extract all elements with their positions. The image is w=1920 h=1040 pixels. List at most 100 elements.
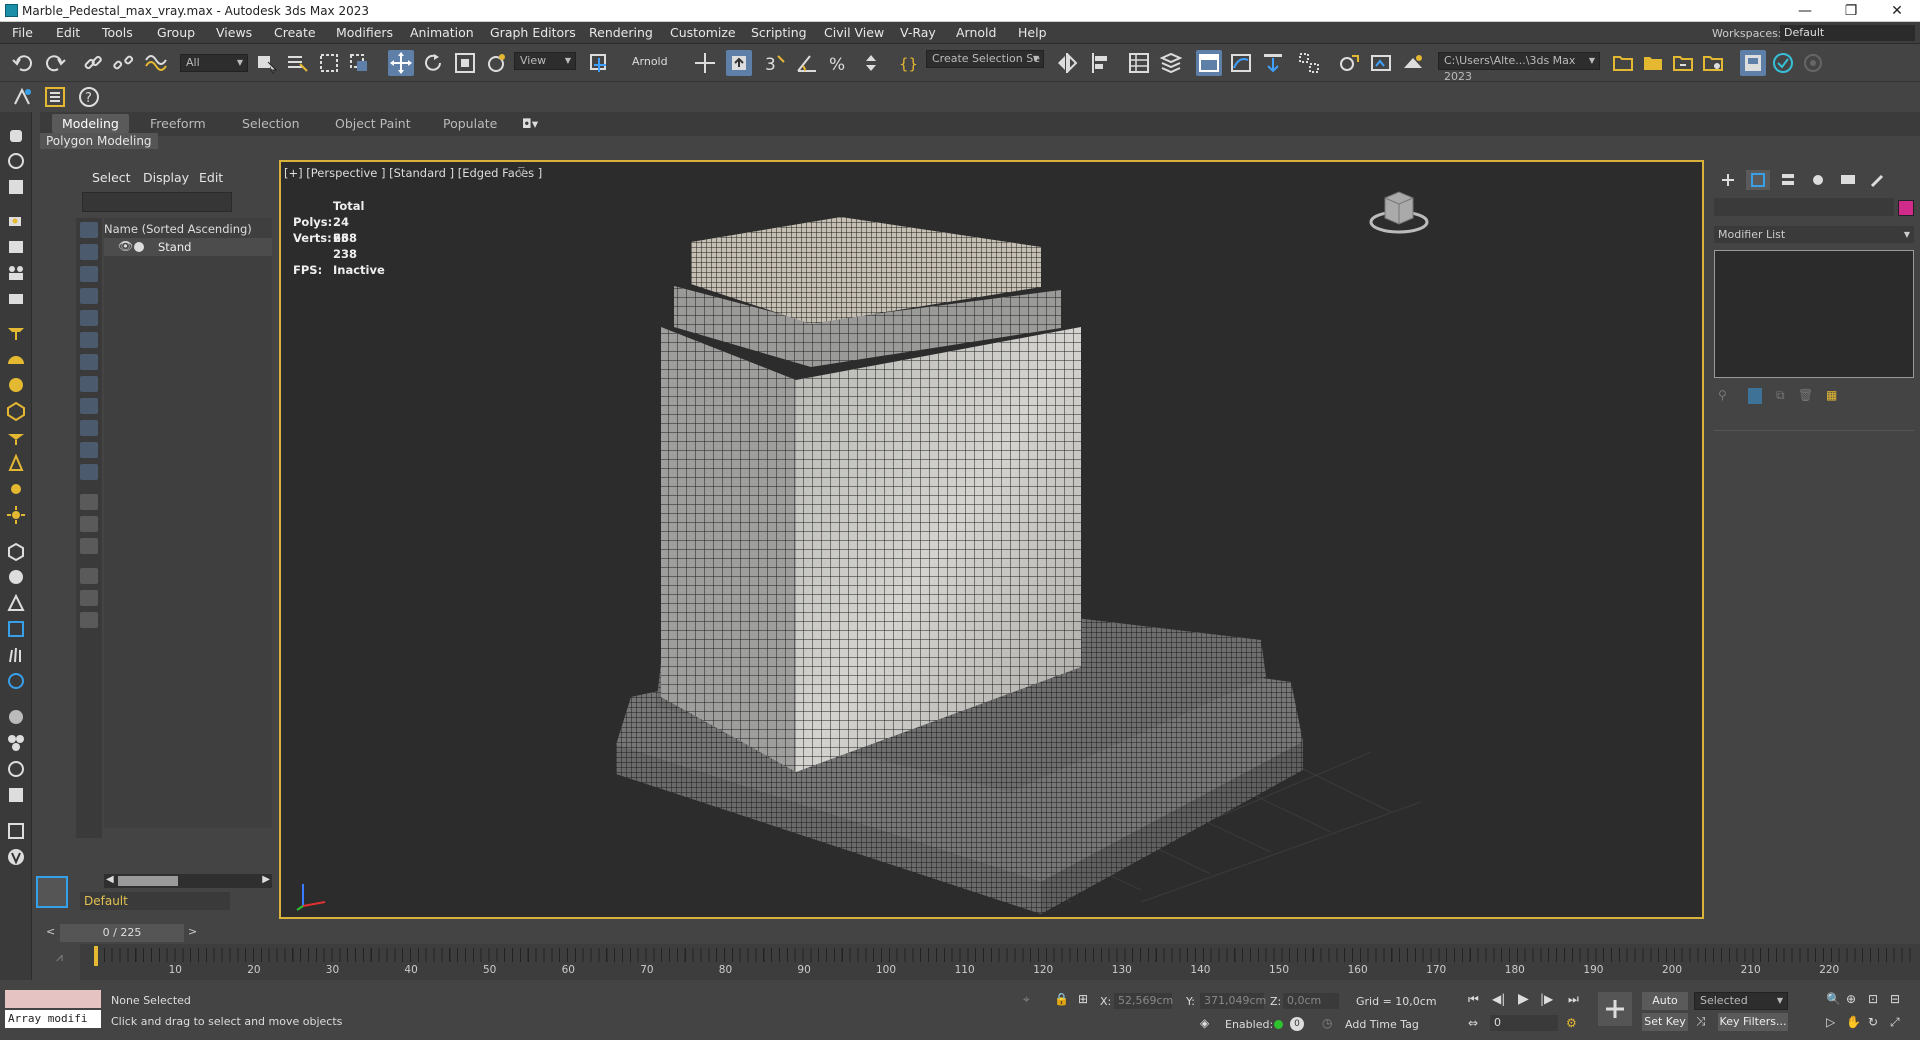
hand-tool-icon[interactable] <box>5 124 27 146</box>
pin-stack-icon[interactable]: ⚲ <box>1718 388 1727 402</box>
undo-icon[interactable] <box>10 50 36 76</box>
maximize-viewport-icon[interactable]: ⤢ <box>1890 1015 1900 1030</box>
scene-explorer-column-header[interactable]: Name (Sorted Ascending) <box>104 222 252 236</box>
menu-arnold[interactable]: Arnold <box>956 25 996 40</box>
time-slider[interactable]: < 0 / 225 > <box>44 924 204 942</box>
proxy-icon[interactable] <box>5 592 27 614</box>
create-tab-icon[interactable] <box>1716 170 1740 190</box>
asset-tracking-icon[interactable] <box>1700 50 1726 76</box>
find-icon[interactable] <box>80 568 98 584</box>
texture-icon[interactable] <box>5 758 27 780</box>
display-none-icon[interactable] <box>80 516 98 532</box>
fur-icon[interactable] <box>5 644 27 666</box>
go-to-start-icon[interactable]: ⏮ <box>1468 992 1479 1007</box>
set-key-button[interactable]: Set Key <box>1642 1013 1688 1031</box>
key-filters-button[interactable]: Key Filters... <box>1718 1013 1788 1031</box>
camera-icon[interactable] <box>5 210 27 232</box>
remove-modifier-icon[interactable]: 🗑 <box>1798 388 1813 402</box>
display-tab-icon[interactable] <box>1836 170 1860 190</box>
close-button[interactable]: ✕ <box>1874 0 1920 22</box>
menu-rendering[interactable]: Rendering <box>589 25 653 40</box>
bitmap-icon[interactable] <box>5 784 27 806</box>
vray-frame-buffer-icon[interactable] <box>1740 50 1766 76</box>
scene-explorer-hscrollbar[interactable]: ◀ ▶ <box>104 874 272 888</box>
video-icon[interactable] <box>5 288 27 310</box>
next-frame-icon[interactable]: |▶ <box>1540 992 1553 1006</box>
filter-geometry-icon[interactable] <box>80 222 98 238</box>
make-unique-icon[interactable]: ⧉ <box>1776 388 1785 403</box>
modifier-stack[interactable] <box>1714 250 1914 378</box>
material-editor-icon[interactable] <box>1296 50 1322 76</box>
sphere-light-icon[interactable] <box>5 374 27 396</box>
filter-shapes-icon[interactable] <box>80 244 98 260</box>
menu-customize[interactable]: Customize <box>670 25 736 40</box>
scroll-left-icon[interactable]: ◀ <box>106 874 114 885</box>
filter-xrefs-icon[interactable] <box>80 376 98 392</box>
filter-lights-icon[interactable] <box>80 266 98 282</box>
selection-filter-dropdown[interactable]: All ▼ <box>180 54 248 72</box>
filter-bones-icon[interactable] <box>80 398 98 414</box>
floppy-icon[interactable] <box>5 176 27 198</box>
tab-modeling[interactable]: Modeling <box>52 114 129 133</box>
filter-containers-icon[interactable] <box>80 420 98 436</box>
selection-lock-icon[interactable]: 🔒 <box>1054 992 1069 1006</box>
menu-create[interactable]: Create <box>274 25 316 40</box>
go-to-end-icon[interactable]: ⏭ <box>1568 992 1579 1007</box>
menu-vray[interactable]: V-Ray <box>900 25 936 40</box>
set-key-large-button[interactable] <box>1598 992 1632 1026</box>
motion-tab-icon[interactable] <box>1806 170 1830 190</box>
rectangular-selection-icon[interactable] <box>316 50 342 76</box>
menu-civil-view[interactable]: Civil View <box>824 25 884 40</box>
pan-view-icon[interactable]: ✋ <box>1846 1015 1861 1029</box>
z-coordinate-field[interactable]: 0,0cm <box>1283 993 1339 1009</box>
select-and-move-icon[interactable] <box>388 50 414 76</box>
vray-logo-icon[interactable] <box>5 846 27 868</box>
restore-button[interactable]: ❐ <box>1828 0 1874 22</box>
redo-icon[interactable] <box>42 50 68 76</box>
adaptive-degradation-icon[interactable]: ◈ <box>1200 1016 1209 1030</box>
help-icon[interactable]: ? <box>76 84 102 110</box>
maxscript-input[interactable]: Array modifi <box>5 1010 101 1028</box>
perspective-viewport[interactable]: [+] [Perspective ] [Standard ] [Edged Fa… <box>279 160 1704 919</box>
zoom-extents-all-icon[interactable]: ⊟ <box>1890 992 1900 1006</box>
auto-key-button[interactable]: Auto Key <box>1642 992 1688 1025</box>
layer-swatch[interactable] <box>36 876 68 908</box>
mirror-icon[interactable] <box>1054 50 1080 76</box>
time-slider-thumb[interactable]: 0 / 225 <box>60 924 184 942</box>
select-by-name-icon[interactable] <box>284 50 310 76</box>
field-of-view-icon[interactable]: ▷ <box>1826 1015 1835 1029</box>
ribbon-options-icon[interactable]: ◘▾ <box>522 116 538 131</box>
modify-tab-icon[interactable] <box>1746 170 1770 190</box>
list-icon[interactable] <box>42 84 68 110</box>
add-time-tag[interactable]: Add Time Tag <box>1345 1018 1419 1031</box>
window-crossing-icon[interactable] <box>346 50 372 76</box>
toggle-layer-explorer-icon[interactable] <box>1158 50 1184 76</box>
key-mode-toggle-icon[interactable]: ⇔ <box>1468 1016 1478 1030</box>
material-ball-icon[interactable] <box>5 706 27 728</box>
mesh-light-icon[interactable] <box>5 400 27 422</box>
save-icon[interactable] <box>1640 50 1666 76</box>
object-name-field[interactable] <box>1714 198 1894 216</box>
filter-cameras-icon[interactable] <box>80 288 98 304</box>
sphere-icon[interactable] <box>5 566 27 588</box>
scene-explorer-search-input[interactable] <box>82 192 232 212</box>
select-and-rotate-icon[interactable] <box>420 50 446 76</box>
current-frame-field[interactable]: 0 <box>1490 1015 1558 1031</box>
pivot-point-center-icon[interactable] <box>586 50 612 76</box>
render-production-icon[interactable] <box>1400 50 1426 76</box>
angle-snap-icon[interactable] <box>794 50 820 76</box>
spot-light-icon[interactable] <box>5 426 27 448</box>
scene-object-row[interactable]: 👁 Stand <box>104 238 272 256</box>
time-tag-icon[interactable]: ◷ <box>1322 1016 1332 1030</box>
hierarchy-tab-icon[interactable] <box>1776 170 1800 190</box>
menu-tools[interactable]: Tools <box>102 25 133 40</box>
sky-icon[interactable] <box>5 504 27 526</box>
schematic-view-icon[interactable] <box>1260 50 1286 76</box>
tab-populate[interactable]: Populate <box>443 116 497 131</box>
bind-space-warp-icon[interactable] <box>142 50 168 76</box>
polygon-modeling-panel[interactable]: Polygon Modeling <box>40 133 340 152</box>
reference-coordinate-dropdown[interactable]: View ▼ <box>514 52 576 70</box>
configure-modifier-sets-icon[interactable]: ▦ <box>1826 388 1837 402</box>
orbit-icon[interactable] <box>5 150 27 172</box>
modifier-list-dropdown[interactable]: Modifier List ▼ <box>1714 226 1914 243</box>
